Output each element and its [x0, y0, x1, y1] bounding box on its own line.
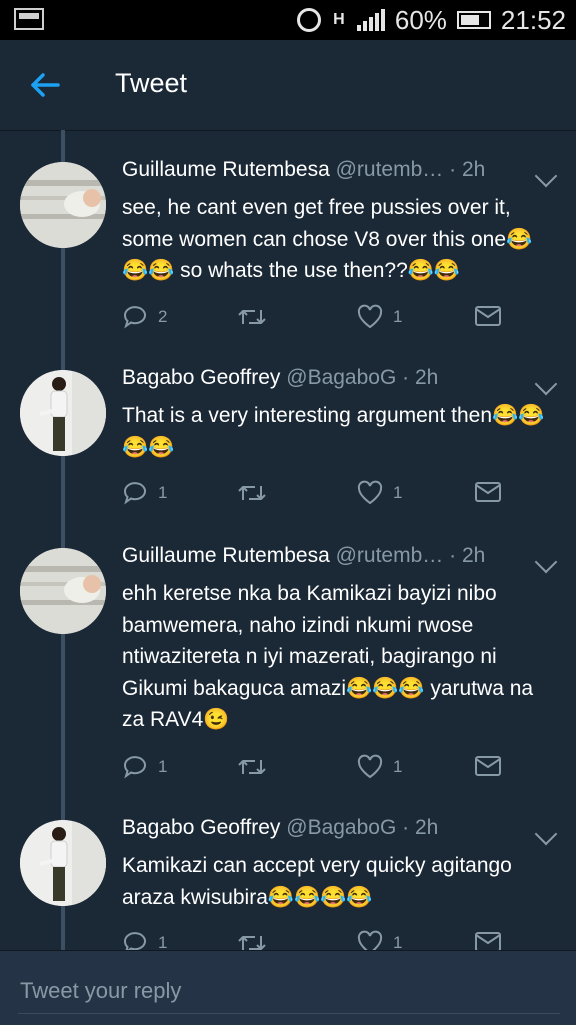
heart-icon	[357, 930, 383, 950]
envelope-icon	[475, 932, 501, 950]
back-arrow-icon[interactable]	[28, 68, 62, 102]
author-handle[interactable]: @BagaboG	[286, 366, 396, 389]
direct-message-button[interactable]	[474, 304, 502, 328]
tweet-text: Kamikazi can accept very quicky agitango…	[122, 854, 512, 909]
screenshot-notification-icon	[14, 8, 44, 30]
author-handle[interactable]: @rutemb…	[336, 158, 444, 181]
author-name[interactable]: Guillaume Rutembesa	[122, 544, 330, 567]
tweet-time: · 2h	[449, 544, 486, 567]
like-count: 1	[393, 483, 403, 502]
reply-count: 1	[158, 933, 168, 950]
chevron-down-icon[interactable]	[534, 550, 558, 574]
tweet-header: Bagabo Geoffrey @BagaboG · 2h	[122, 816, 516, 840]
tweet[interactable]: Bagabo Geoffrey @BagaboG · 2h That is a …	[0, 338, 576, 516]
retweet-button[interactable]	[237, 304, 277, 330]
retweet-button[interactable]	[237, 930, 277, 950]
reply-composer	[0, 950, 576, 1025]
tweet-time: · 2h	[402, 816, 439, 839]
avatar[interactable]	[20, 548, 106, 634]
retweet-icon	[238, 936, 266, 950]
direct-message-button[interactable]	[474, 754, 502, 778]
tweet-text: see, he cant even get free pussies over …	[122, 196, 533, 282]
reply-button[interactable]: 2	[122, 304, 167, 330]
reply-icon	[124, 482, 146, 505]
status-bar: H 60% 21:52	[0, 0, 576, 40]
tweet-text: ehh keretse nka ba Kamikazi bayizi nibo …	[122, 582, 534, 731]
tweet-header: Guillaume Rutembesa @rutemb… · 2h	[122, 544, 516, 568]
tweet[interactable]: Guillaume Rutembesa @rutemb… · 2h see, h…	[0, 130, 576, 350]
app-bar: Tweet	[0, 40, 576, 131]
heart-icon	[357, 754, 383, 779]
reply-count: 1	[158, 483, 168, 502]
chevron-down-icon[interactable]	[534, 372, 558, 396]
reply-icon	[124, 306, 146, 329]
reply-input[interactable]	[18, 969, 560, 1014]
tweet-time: · 2h	[449, 158, 486, 181]
reply-button[interactable]: 1	[122, 480, 167, 506]
like-count: 1	[393, 757, 403, 776]
tweet-header: Guillaume Rutembesa @rutemb… · 2h	[122, 158, 516, 182]
like-button[interactable]: 1	[357, 930, 402, 950]
tweet-actions: 1 1	[122, 754, 522, 784]
avatar[interactable]	[20, 370, 106, 456]
tweet-actions: 2 1	[122, 304, 522, 334]
avatar[interactable]	[20, 820, 106, 906]
reply-icon	[124, 932, 146, 950]
envelope-icon	[475, 306, 501, 326]
retweet-icon	[238, 310, 266, 324]
battery-icon	[456, 11, 491, 29]
reply-button[interactable]: 1	[122, 754, 167, 780]
retweet-icon	[238, 760, 266, 774]
reply-button[interactable]: 1	[122, 930, 167, 950]
like-button[interactable]: 1	[357, 480, 402, 506]
alarm-icon	[296, 8, 321, 32]
envelope-icon	[475, 482, 501, 502]
tweet[interactable]: Bagabo Geoffrey @BagaboG · 2h Kamikazi c…	[0, 788, 576, 950]
battery-percent: 60%	[394, 4, 447, 35]
direct-message-button[interactable]	[474, 480, 502, 504]
conversation-thread[interactable]: Guillaume Rutembesa @rutemb… · 2h see, h…	[0, 130, 576, 950]
author-name[interactable]: Bagabo Geoffrey	[122, 816, 280, 839]
reply-count: 2	[158, 307, 168, 326]
network-type: H	[333, 11, 345, 28]
tweet[interactable]: Guillaume Rutembesa @rutemb… · 2h ehh ke…	[0, 516, 576, 788]
heart-icon	[357, 480, 383, 505]
reply-icon	[124, 756, 146, 779]
tweet-actions: 1 1	[122, 930, 522, 950]
chevron-down-icon[interactable]	[534, 822, 558, 846]
author-name[interactable]: Guillaume Rutembesa	[122, 158, 330, 181]
envelope-icon	[475, 756, 501, 776]
heart-icon	[357, 304, 383, 329]
retweet-icon	[238, 486, 266, 500]
reply-count: 1	[158, 757, 168, 776]
avatar[interactable]	[20, 162, 106, 248]
tweet-text: That is a very interesting argument then…	[122, 404, 545, 459]
tweet-time: · 2h	[402, 366, 439, 389]
signal-icon	[356, 9, 385, 31]
retweet-button[interactable]	[237, 480, 277, 506]
author-name[interactable]: Bagabo Geoffrey	[122, 366, 280, 389]
direct-message-button[interactable]	[474, 930, 502, 950]
like-button[interactable]: 1	[357, 304, 402, 330]
like-button[interactable]: 1	[357, 754, 402, 780]
retweet-button[interactable]	[237, 754, 277, 780]
page-title: Tweet	[115, 68, 188, 98]
author-handle[interactable]: @rutemb…	[336, 544, 444, 567]
author-handle[interactable]: @BagaboG	[286, 816, 396, 839]
chevron-down-icon[interactable]	[534, 164, 558, 188]
like-count: 1	[393, 307, 403, 326]
tweet-header: Bagabo Geoffrey @BagaboG · 2h	[122, 366, 516, 390]
clock: 21:52	[500, 4, 566, 35]
like-count: 1	[393, 933, 403, 950]
tweet-actions: 1 1	[122, 480, 522, 510]
